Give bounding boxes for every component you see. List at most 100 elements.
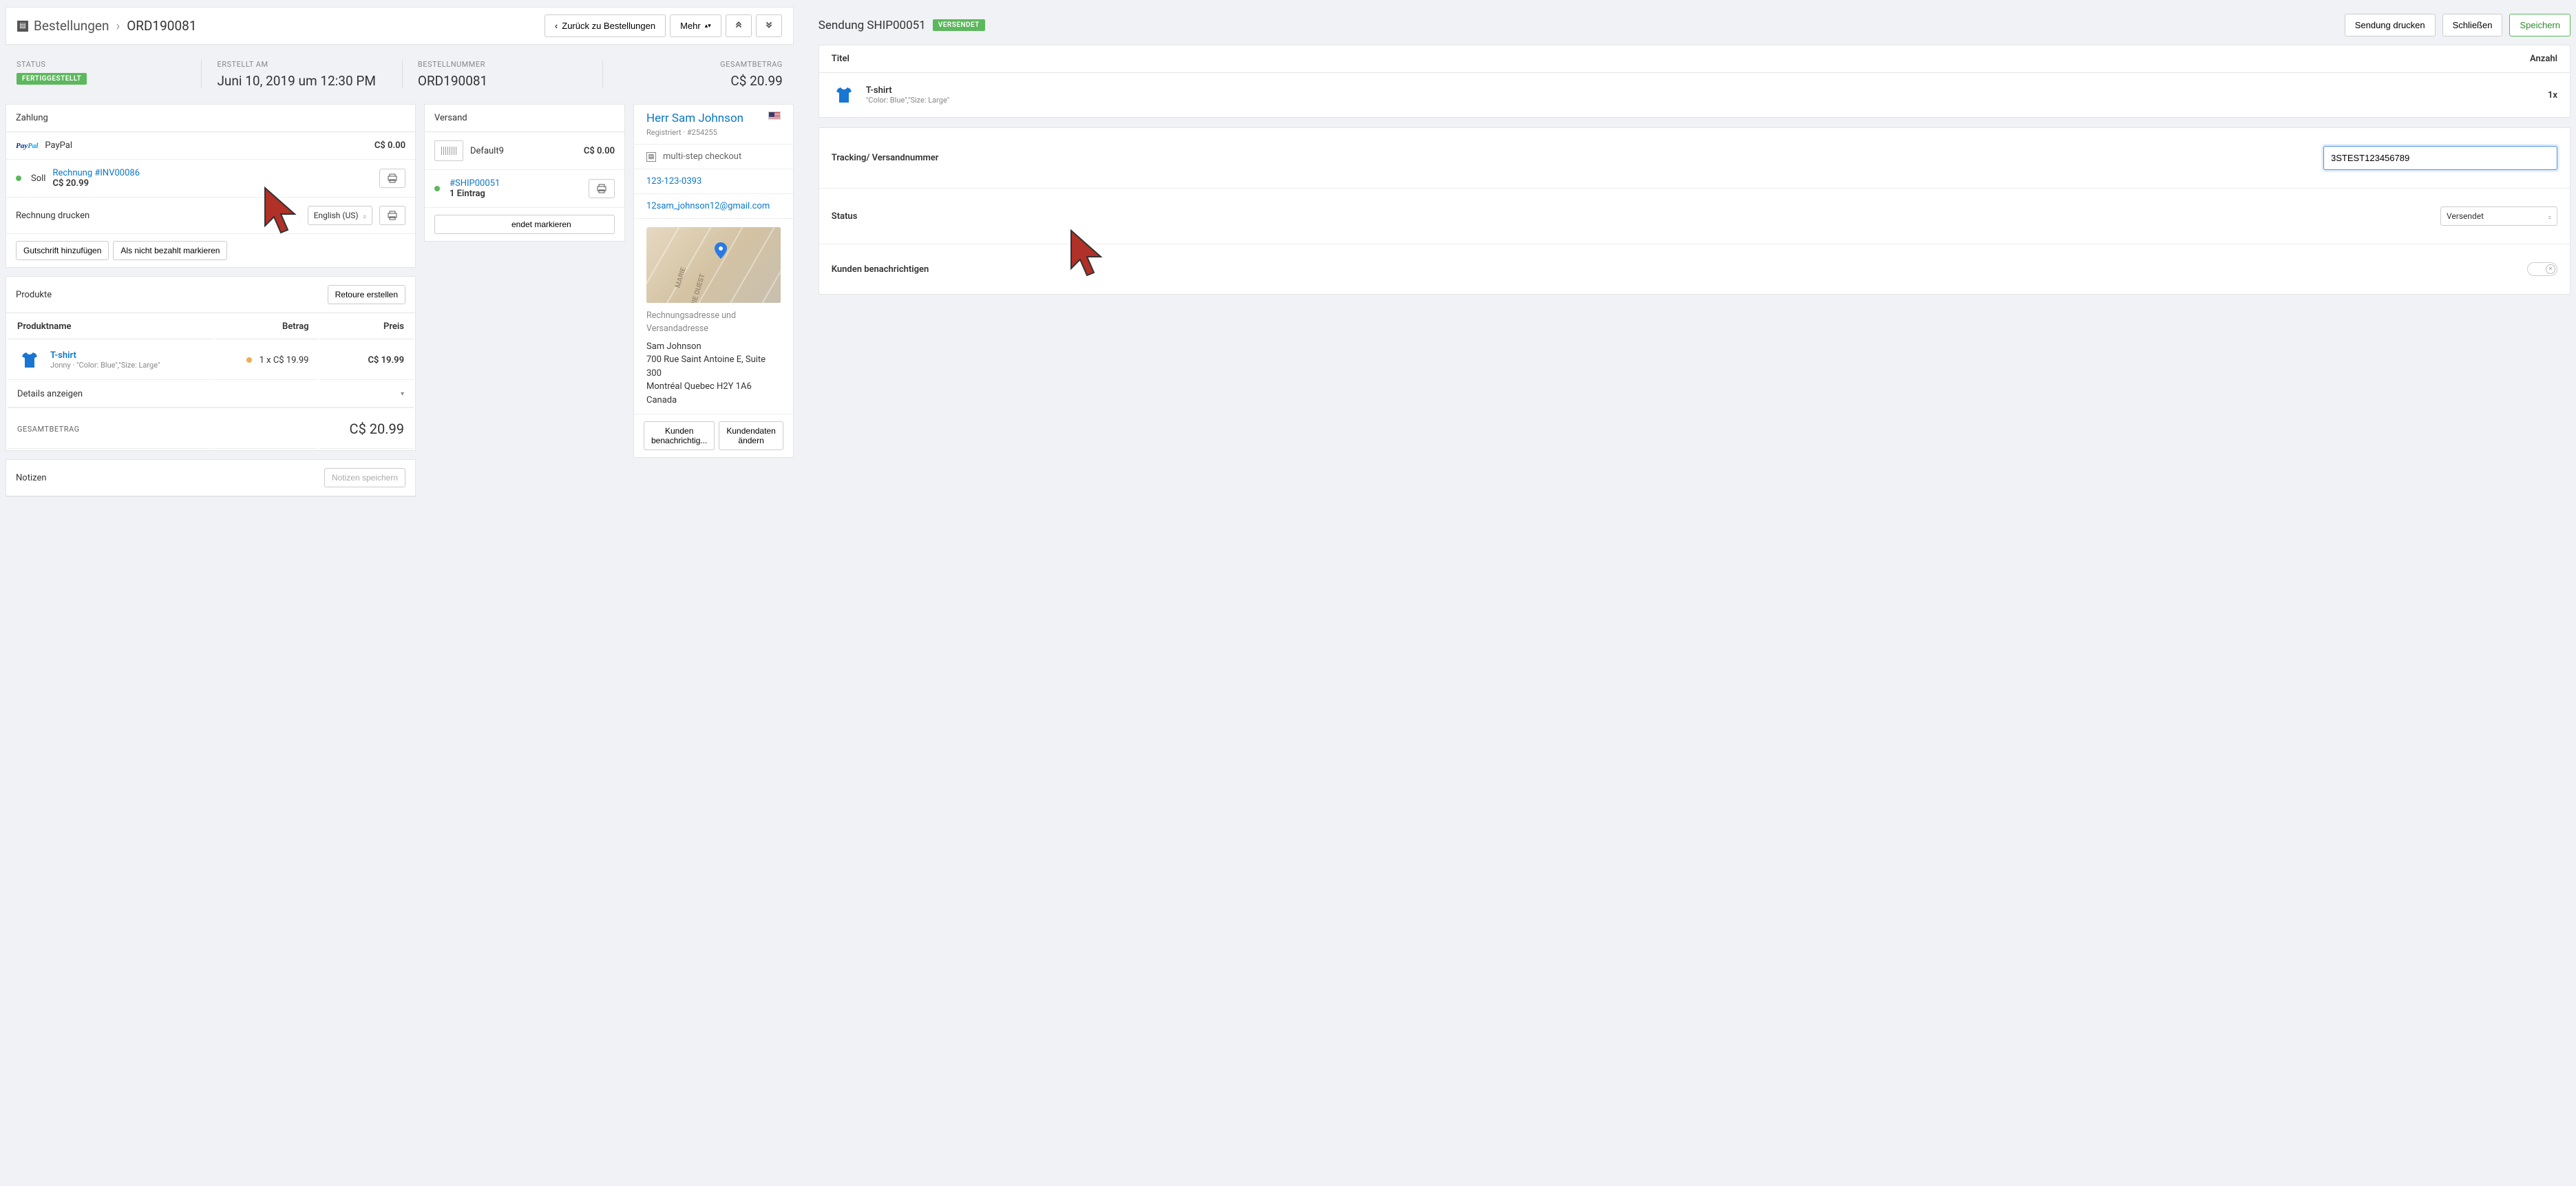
toggle-knob: × xyxy=(2546,264,2555,274)
tracking-input[interactable] xyxy=(2323,146,2557,170)
mark-shipped-button[interactable]: Als versendet markieren xyxy=(434,215,615,234)
ship-status-label: Status xyxy=(832,211,997,222)
chevron-down-icon: ▾ xyxy=(401,390,404,398)
shipping-title: Versand xyxy=(434,113,467,123)
more-button-label: Mehr xyxy=(680,21,701,31)
notes-title: Notizen xyxy=(16,473,47,483)
col-product-name: Produktname xyxy=(8,315,213,339)
save-shipment-button[interactable]: Speichern xyxy=(2509,14,2570,36)
more-button[interactable]: Mehr ▴▾ xyxy=(670,14,721,37)
locale-select[interactable]: English (US) xyxy=(308,206,372,225)
map-pin-icon xyxy=(715,242,727,262)
create-return-button[interactable]: Retoure erstellen xyxy=(328,285,405,304)
created-label: ERSTELLT AM xyxy=(217,60,381,69)
product-row[interactable]: T-shirt Jonny · "Color: Blue","Size: Lar… xyxy=(8,341,414,380)
shipment-title: Sendung SHIP00051 xyxy=(819,19,926,32)
ordernum-value: ORD190081 xyxy=(418,73,582,89)
chevron-right-icon: › xyxy=(116,18,120,34)
notify-customer-button[interactable]: Kunden benachrichtig... xyxy=(644,421,715,450)
notify-toggle[interactable]: × xyxy=(2527,262,2557,276)
customer-registered: Registriert · #254255 xyxy=(646,128,743,137)
status-badge: FERTIGGESTELLT xyxy=(17,73,87,85)
print-button[interactable] xyxy=(379,206,405,225)
total-label: GESAMTBETRAG xyxy=(618,60,782,69)
shipment-panel-header: Sendung SHIP00051 VERSENDET Sendung druc… xyxy=(819,0,2570,45)
save-notes-button[interactable]: Notizen speichern xyxy=(324,468,405,487)
products-title: Produkte xyxy=(16,290,52,300)
customer-phone[interactable]: 123-123-0393 xyxy=(646,176,701,187)
address-name: Sam Johnson xyxy=(646,340,781,354)
product-meta: Jonny · "Color: Blue","Size: Large" xyxy=(50,361,160,370)
shipping-box-icon xyxy=(434,140,463,161)
soll-label: Soll xyxy=(31,173,45,184)
shipment-fields-card: Tracking/ Versandnummer Status Versendet… xyxy=(819,127,2570,295)
invoice-link[interactable]: Rechnung #INV00086 xyxy=(52,168,372,178)
checkout-type: multi-step checkout xyxy=(663,151,741,162)
shipping-profile: Default9 xyxy=(470,146,504,156)
tracking-label: Tracking/ Versandnummer xyxy=(832,153,997,163)
products-total-label: GESAMTBETRAG xyxy=(8,410,213,449)
back-button-label: Zurück zu Bestellungen xyxy=(562,21,655,31)
product-price: C$ 19.99 xyxy=(319,341,414,380)
mark-shipped-label: endet markieren xyxy=(511,220,571,229)
page-header: ▤ Bestellungen › ORD190081 ‹ Zurück zu B… xyxy=(6,7,794,45)
close-shipment-button[interactable]: Schließen xyxy=(2442,14,2503,36)
breadcrumb: Bestellungen › ORD190081 xyxy=(34,18,197,34)
shipment-entries: 1 Eintrag xyxy=(450,189,582,199)
shipment-item-qty: 1x xyxy=(2548,90,2557,100)
ordernum-label: BESTELLNUMMER xyxy=(418,60,582,69)
print-invoice-label: Rechnung drucken xyxy=(16,211,89,221)
updown-icon: ▴▾ xyxy=(705,22,711,30)
status-select-value: Versendet xyxy=(2447,211,2484,221)
edit-customer-button[interactable]: Kundendaten ändern xyxy=(719,421,783,450)
locale-value: English (US) xyxy=(314,211,359,220)
customer-email[interactable]: 12sam_johnson12@gmail.com xyxy=(646,201,770,211)
product-name[interactable]: T-shirt xyxy=(50,350,160,361)
invoice-amount: C$ 20.99 xyxy=(52,178,372,189)
customer-card: Herr Sam Johnson Registriert · #254255 ▤… xyxy=(633,104,794,458)
tshirt-icon xyxy=(17,348,42,372)
stock-dot-icon xyxy=(246,357,252,363)
shipment-link[interactable]: #SHIP00051 xyxy=(450,178,582,189)
address-label: Rechnungsadresse und Versandadresse xyxy=(646,310,781,336)
breadcrumb-root[interactable]: Bestellungen xyxy=(34,18,109,34)
total-value: C$ 20.99 xyxy=(618,73,782,89)
checkout-icon: ▤ xyxy=(646,152,656,162)
add-credit-button[interactable]: Gutschrift hinzufügen xyxy=(16,241,109,260)
order-summary: STATUS FERTIGGESTELLT ERSTELLT AM Juni 1… xyxy=(6,45,794,104)
ship-col-qty: Anzahl xyxy=(2530,54,2557,64)
product-qty: 1 x C$ 19.99 xyxy=(260,355,309,366)
next-order-button[interactable] xyxy=(756,14,782,37)
address-line1: 700 Rue Saint Antoine E, Suite 300 xyxy=(646,353,781,380)
shipping-profile-amount: C$ 0.00 xyxy=(584,146,615,156)
shipping-card: Versand Default9 C$ 0.00 #SHIP00051 1 Ei… xyxy=(424,104,625,242)
tshirt-icon xyxy=(832,83,856,107)
flag-us-icon xyxy=(768,112,781,120)
shipment-item-row: T-shirt "Color: Blue","Size: Large" 1x xyxy=(819,73,2570,117)
shipment-status-badge: VERSENDET xyxy=(933,19,985,31)
mark-unpaid-button[interactable]: Als nicht bezahlt markieren xyxy=(113,241,227,260)
customer-map[interactable]: MARIE RIE OUEST xyxy=(646,227,781,303)
back-to-orders-button[interactable]: ‹ Zurück zu Bestellungen xyxy=(545,14,666,37)
payment-header: Zahlung xyxy=(6,105,415,132)
details-toggle[interactable]: Details anzeigen ▾ xyxy=(8,381,414,407)
orders-icon: ▤ xyxy=(17,21,28,32)
notes-card: Notizen Notizen speichern xyxy=(6,459,416,497)
details-label: Details anzeigen xyxy=(17,389,83,399)
shipment-item-name: T-shirt xyxy=(866,85,949,96)
status-label: STATUS xyxy=(17,60,180,69)
customer-name[interactable]: Herr Sam Johnson xyxy=(646,112,743,125)
map-label-2: RIE OUEST xyxy=(690,273,707,303)
col-price: Preis xyxy=(319,315,414,339)
col-amount: Betrag xyxy=(215,315,318,339)
prev-order-button[interactable] xyxy=(726,14,752,37)
products-card: Produkte Retoure erstellen Produktname B… xyxy=(6,276,416,451)
print-invoice-button[interactable] xyxy=(379,169,405,188)
status-dot-icon xyxy=(434,186,440,191)
shipment-items-card: Titel Anzahl T-shirt "Color: Blue","Size… xyxy=(819,45,2570,118)
print-shipment-button[interactable] xyxy=(589,179,615,198)
status-select[interactable]: Versendet xyxy=(2440,207,2557,226)
shipment-item-meta: "Color: Blue","Size: Large" xyxy=(866,96,949,105)
notify-label: Kunden benachrichtigen xyxy=(832,264,997,275)
print-shipment-button[interactable]: Sendung drucken xyxy=(2345,14,2436,36)
